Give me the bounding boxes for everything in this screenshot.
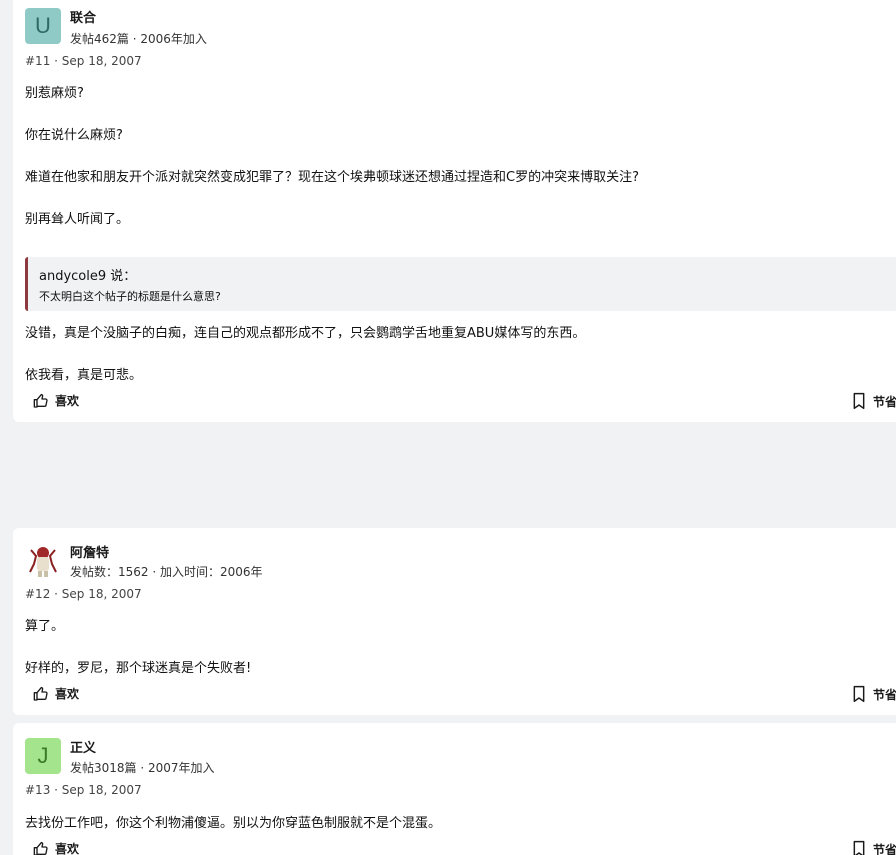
user-meta: 发帖3018篇 · 2007年加入 [70,761,215,775]
bookmark-icon [853,685,865,703]
post-number[interactable]: #13 · Sep 18, 2007 [25,783,142,797]
avatar-image [25,542,61,578]
thumbs-up-icon [33,841,48,855]
save-label: 节省 [873,394,896,409]
username[interactable]: 阿詹特 [70,542,109,561]
post-card: J 正义 发帖3018篇 · 2007年加入 #13 · Sep 18, 200… [13,723,896,855]
user-meta: 发帖数：1562 · 加入时间：2006年 [70,565,263,579]
avatar[interactable] [25,542,61,578]
post-number[interactable]: #11 · Sep 18, 2007 [25,54,142,68]
like-button[interactable]: 喜欢 [33,685,79,702]
post-paragraph: 依我看，真是可悲。 [25,368,143,383]
post-paragraph: 别惹麻烦? [25,86,84,101]
user-meta: 发帖462篇 · 2006年加入 [70,32,207,46]
post-card: U 联合 发帖462篇 · 2006年加入 #11 · Sep 18, 2007… [13,0,896,422]
quote-block: andycole9 说： 不太明白这个帖子的标题是什么意思? [25,257,896,311]
post-paragraph: 没错，真是个没脑子的白痴，连自己的观点都形成不了，只会鹦鹉学舌地重复ABU媒体写… [25,326,586,341]
avatar[interactable]: J [25,738,61,774]
post-paragraph: 难道在他家和朋友开个派对就突然变成犯罪了？现在这个埃弗顿球迷还想通过捏造和C罗的… [25,170,639,185]
avatar[interactable]: U [25,8,61,44]
save-button[interactable]: 节省 [851,392,896,410]
post-paragraph: 算了。 [25,619,65,634]
like-label: 喜欢 [55,842,80,855]
post-paragraph: 去找份工作吧，你这个利物浦傻逼。别以为你穿蓝色制服就不是个混蛋。 [25,816,442,831]
bookmark-icon [853,840,865,855]
save-button[interactable]: 节省 [851,685,896,703]
like-label: 喜欢 [55,394,80,408]
thumbs-up-icon [33,393,48,408]
save-label: 节省 [873,687,896,702]
save-button[interactable]: 节省 [851,840,896,855]
post-number[interactable]: #12 · Sep 18, 2007 [25,587,142,601]
post-paragraph: 你在说什么麻烦? [25,128,123,143]
post-paragraph: 别再耸人听闻了。 [25,212,130,227]
username[interactable]: 正义 [70,737,96,756]
quote-text: 不太明白这个帖子的标题是什么意思? [39,290,221,303]
post-paragraph: 好样的，罗尼，那个球迷真是个失败者! [25,661,252,676]
like-button[interactable]: 喜欢 [33,840,79,855]
like-label: 喜欢 [55,687,80,701]
username[interactable]: 联合 [70,7,96,26]
post-card: 阿詹特 发帖数：1562 · 加入时间：2006年 #12 · Sep 18, … [13,528,896,715]
like-button[interactable]: 喜欢 [33,392,79,409]
quote-author[interactable]: andycole9 说： [39,265,136,284]
bookmark-icon [853,392,865,410]
save-label: 节省 [873,842,896,855]
thread-page: U 联合 发帖462篇 · 2006年加入 #11 · Sep 18, 2007… [0,0,896,855]
thumbs-up-icon [33,686,48,701]
